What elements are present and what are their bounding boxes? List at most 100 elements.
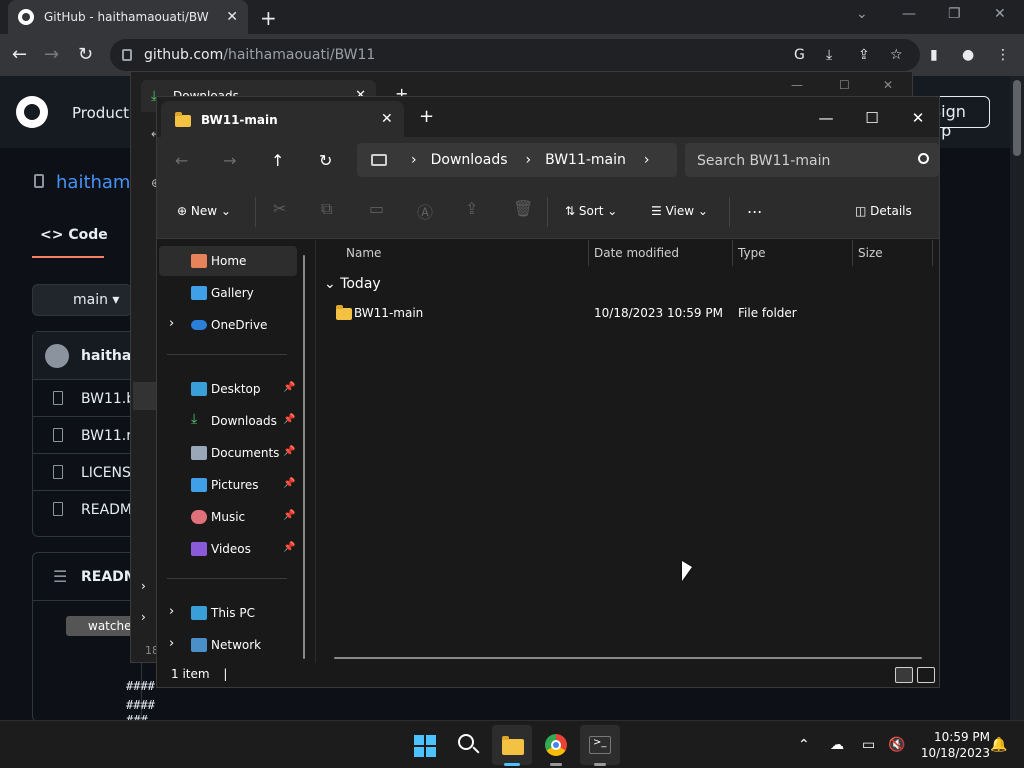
forward-arrow-icon[interactable]: → <box>223 151 236 170</box>
pin-icon[interactable]: 📌 <box>283 414 295 425</box>
column-divider[interactable] <box>932 240 933 266</box>
horizontal-scrollbar[interactable] <box>334 657 922 659</box>
chevron-right-icon[interactable]: › <box>644 152 650 168</box>
breadcrumb[interactable]: › Downloads › BW11-main › <box>357 143 677 177</box>
column-divider[interactable] <box>588 240 589 266</box>
file-row[interactable]: LICENSE <box>33 454 141 491</box>
start-button[interactable] <box>404 725 444 765</box>
minimize-button[interactable]: — <box>902 6 916 22</box>
column-header-name[interactable]: Name <box>346 246 381 260</box>
file-row[interactable]: READMI <box>33 491 141 528</box>
back-arrow-icon[interactable]: ← <box>12 44 27 65</box>
sidebar-item-gallery[interactable]: Gallery <box>159 278 297 308</box>
chrome-menu-icon[interactable]: ⋮ <box>996 47 1010 63</box>
product-menu[interactable]: Product <box>72 104 129 122</box>
new-tab-button[interactable]: + <box>419 108 434 126</box>
table-row[interactable]: BW11-main 10/18/2023 10:59 PM File folde… <box>326 302 926 324</box>
profile-icon[interactable]: ● <box>962 47 974 63</box>
tab-code[interactable]: <> Code <box>40 227 108 243</box>
chevron-up-icon[interactable]: ⌃ <box>798 737 810 753</box>
file-row[interactable]: BW11.b <box>33 380 141 417</box>
search-input[interactable]: Search BW11-main <box>685 143 939 177</box>
maximize-button[interactable]: ☐ <box>849 103 895 133</box>
onedrive-cloud-icon[interactable]: ☁ <box>830 737 844 753</box>
group-header-today[interactable]: ⌄ Today <box>324 276 381 292</box>
notification-bell-icon[interactable]: 🔔 <box>990 737 1007 753</box>
file-row[interactable]: BW11.re <box>33 417 141 454</box>
rename-icon[interactable]: Ⓐ <box>417 199 433 223</box>
close-window-button[interactable]: ✕ <box>883 78 893 92</box>
sidebar-item-onedrive[interactable]: › OneDrive <box>159 310 297 340</box>
close-window-button[interactable]: ✕ <box>895 103 941 133</box>
sidebar-item-this-pc[interactable]: › This PC <box>159 598 297 628</box>
side-panel-icon[interactable]: ▮ <box>930 47 938 63</box>
chevron-right-icon[interactable]: › <box>169 316 174 331</box>
bookmark-star-icon[interactable]: ☆ <box>890 47 903 63</box>
breadcrumb-downloads[interactable]: Downloads <box>431 152 508 168</box>
close-window-button[interactable]: ✕ <box>994 6 1006 22</box>
this-pc-icon[interactable] <box>371 154 387 166</box>
restore-button[interactable]: ❐ <box>948 6 961 22</box>
taskbar-file-explorer[interactable] <box>492 725 532 766</box>
column-divider[interactable] <box>732 240 733 266</box>
pin-icon[interactable]: 📌 <box>283 542 295 553</box>
close-icon[interactable]: ✕ <box>381 111 393 127</box>
column-header-date[interactable]: Date modified <box>594 246 679 260</box>
chevron-right-icon[interactable]: › <box>141 579 146 593</box>
sidebar-item-videos[interactable]: Videos 📌 <box>159 534 297 564</box>
reload-icon[interactable]: ↻ <box>78 44 93 65</box>
branch-selector[interactable]: main ▾ <box>32 284 132 316</box>
chrome-tab-github[interactable]: GitHub - haithamaouati/BW11: ✕ <box>8 0 248 34</box>
network-icon[interactable]: ▭ <box>862 737 875 753</box>
sidebar-item-music[interactable]: Music 📌 <box>159 502 297 532</box>
column-header-size[interactable]: Size <box>858 246 883 260</box>
share-icon[interactable]: ⇪ <box>465 199 478 218</box>
new-tab-button[interactable]: + <box>260 6 277 30</box>
breadcrumb-bw11-main[interactable]: BW11-main <box>545 152 626 168</box>
list-icon[interactable]: ☰ <box>53 567 67 586</box>
tiles-view-button[interactable] <box>917 667 935 683</box>
details-button[interactable]: ◫ Details <box>855 204 912 218</box>
sidebar-item-home[interactable]: Home <box>159 246 297 276</box>
paste-icon[interactable]: ▭ <box>369 199 384 218</box>
refresh-icon[interactable]: ↻ <box>319 151 332 170</box>
chevron-right-icon[interactable]: › <box>169 636 174 651</box>
view-button[interactable]: ☰ View ⌄ <box>651 204 708 218</box>
details-view-button[interactable] <box>895 667 913 683</box>
minimize-button[interactable]: — <box>803 103 849 133</box>
tab-search-icon[interactable]: ⌄ <box>856 6 868 22</box>
forward-arrow-icon[interactable]: → <box>44 44 59 65</box>
maximize-button[interactable]: ☐ <box>839 78 850 92</box>
watchers-badge[interactable]: watcher <box>66 616 136 636</box>
chevron-right-icon[interactable]: › <box>169 604 174 619</box>
sidebar-item-downloads[interactable]: ⤓ Downloads 📌 <box>159 406 297 436</box>
pin-icon[interactable]: 📌 <box>283 446 295 457</box>
google-icon[interactable]: G <box>794 47 805 63</box>
search-button[interactable] <box>448 725 488 765</box>
avatar[interactable] <box>45 344 69 368</box>
repo-owner-link[interactable]: haitham <box>56 172 130 193</box>
sidebar-item-documents[interactable]: Documents 📌 <box>159 438 297 468</box>
column-header-type[interactable]: Type <box>738 246 766 260</box>
back-arrow-icon[interactable]: ← <box>175 151 188 170</box>
minimize-button[interactable]: — <box>791 78 803 92</box>
more-options-button[interactable]: ... <box>747 198 762 217</box>
cut-icon[interactable]: ✂ <box>273 199 286 218</box>
sidebar-item-desktop[interactable]: Desktop 📌 <box>159 374 297 404</box>
share-icon[interactable]: ⇪ <box>858 47 870 63</box>
sidebar-item-network[interactable]: › Network <box>159 630 297 660</box>
system-clock[interactable]: 10:59 PM 10/18/2023 <box>918 729 990 761</box>
install-app-icon[interactable]: ⤓ <box>826 47 832 63</box>
chevron-right-icon[interactable]: › <box>411 152 417 168</box>
column-divider[interactable] <box>852 240 853 266</box>
pin-icon[interactable]: 📌 <box>283 478 295 489</box>
pin-icon[interactable]: 📌 <box>283 510 295 521</box>
sort-button[interactable]: ⇅ Sort ⌄ <box>565 204 617 218</box>
scrollbar-thumb[interactable] <box>1013 80 1021 156</box>
page-scrollbar[interactable] <box>1010 76 1024 720</box>
volume-muted-icon[interactable]: 🔇 <box>888 737 905 753</box>
tab-bw11-main[interactable]: BW11-main ✕ <box>161 101 404 137</box>
up-arrow-icon[interactable]: ↑ <box>271 151 284 170</box>
delete-icon[interactable]: 🗑 <box>513 199 533 218</box>
new-button[interactable]: ⊕ New ⌄ <box>177 204 231 218</box>
